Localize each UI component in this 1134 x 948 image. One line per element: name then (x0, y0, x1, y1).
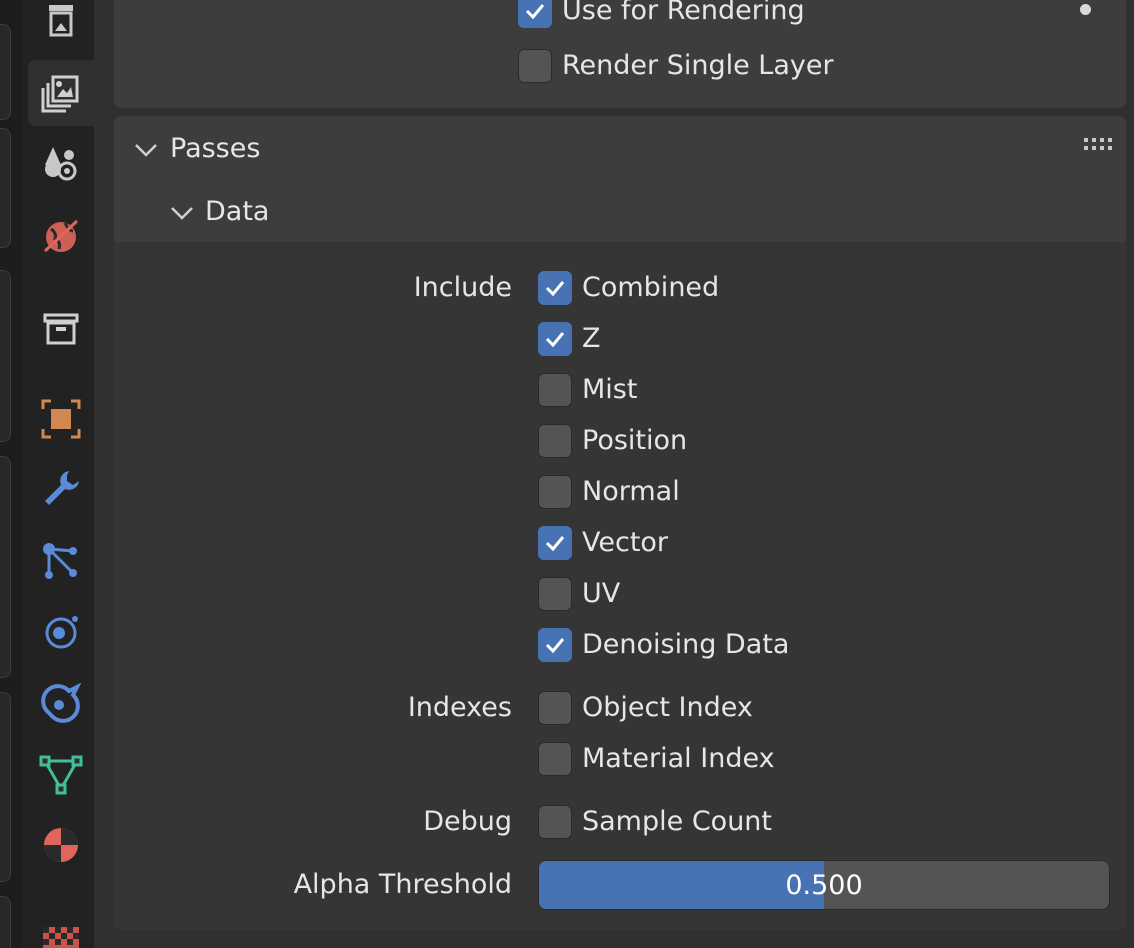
drag-grip-icon[interactable] (1084, 138, 1114, 152)
material-properties-icon[interactable] (28, 812, 94, 878)
alpha-threshold-label: Alpha Threshold (293, 869, 512, 900)
uv-checkbox[interactable] (538, 577, 572, 611)
particles-properties-icon[interactable] (28, 528, 94, 594)
use-for-rendering-label: Use for Rendering (562, 0, 805, 26)
include-group-label: Include (413, 272, 512, 303)
physics-properties-icon[interactable] (28, 598, 94, 664)
constraints-properties-icon[interactable] (28, 670, 94, 736)
denoising-data-label: Denoising Data (582, 629, 790, 660)
object-data-properties-icon[interactable] (28, 742, 94, 808)
render-single-layer-checkbox[interactable] (518, 49, 552, 83)
z-label: Z (582, 323, 601, 354)
object-index-label: Object Index (582, 692, 753, 723)
denoising-data-checkbox[interactable] (538, 628, 572, 662)
edge-tab (0, 24, 11, 120)
editor-edge-strip (0, 0, 22, 948)
texture-properties-icon[interactable] (28, 900, 94, 948)
material-index-checkbox[interactable] (538, 742, 572, 776)
properties-tab-toolbar (22, 0, 94, 948)
sample-count-checkbox[interactable] (538, 805, 572, 839)
edge-tab (0, 270, 11, 442)
edge-tab (0, 896, 11, 948)
vector-checkbox[interactable] (538, 526, 572, 560)
vector-label: Vector (582, 527, 669, 558)
alpha-threshold-slider[interactable]: 0.500 (538, 860, 1110, 910)
alpha-threshold-value: 0.500 (785, 869, 863, 901)
world-properties-icon[interactable] (28, 202, 94, 268)
combined-checkbox[interactable] (538, 271, 572, 305)
properties-content: Use for Rendering Render Single Layer Pa… (94, 0, 1134, 948)
indexes-group-label: Indexes (407, 692, 512, 723)
combined-label: Combined (582, 272, 720, 303)
sample-count-label: Sample Count (582, 806, 773, 837)
edge-tab (0, 456, 11, 678)
normal-label: Normal (582, 476, 680, 507)
material-index-label: Material Index (582, 743, 775, 774)
passes-panel-header[interactable]: Passes (170, 132, 260, 166)
chevron-down-icon[interactable] (132, 136, 160, 164)
view-layer-properties-icon[interactable] (28, 60, 94, 126)
output-properties-icon[interactable] (28, 0, 94, 56)
edge-tab (0, 692, 11, 882)
z-checkbox[interactable] (538, 322, 572, 356)
edge-tab (0, 128, 11, 248)
mist-checkbox[interactable] (538, 373, 572, 407)
scene-properties-icon[interactable] (28, 130, 94, 196)
debug-group-label: Debug (423, 806, 512, 837)
mist-label: Mist (582, 374, 638, 405)
position-label: Position (582, 425, 688, 456)
use-for-rendering-checkbox[interactable] (518, 0, 552, 28)
animate-property-dot[interactable] (1080, 4, 1091, 15)
chevron-down-icon[interactable] (168, 199, 196, 227)
uv-label: UV (582, 578, 621, 609)
modifier-properties-icon[interactable] (28, 456, 94, 522)
position-checkbox[interactable] (538, 424, 572, 458)
object-index-checkbox[interactable] (538, 691, 572, 725)
render-single-layer-label: Render Single Layer (562, 50, 834, 81)
data-subpanel-header[interactable]: Data (205, 195, 269, 229)
object-properties-icon[interactable] (28, 386, 94, 452)
collection-properties-icon[interactable] (28, 296, 94, 362)
normal-checkbox[interactable] (538, 475, 572, 509)
